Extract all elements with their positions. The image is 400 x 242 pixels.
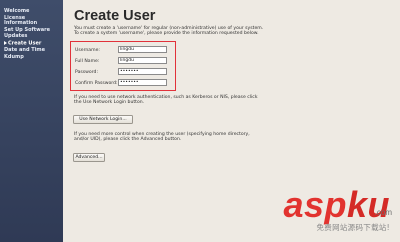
- current-step-arrow-icon: [4, 40, 7, 45]
- fullname-label: Full Name:: [75, 59, 100, 64]
- network-login-text: If you need to use network authenticatio…: [74, 95, 258, 106]
- sidebar-item-kdump[interactable]: Kdump: [4, 54, 62, 61]
- intro-text: You must create a 'username' for regular…: [74, 26, 264, 37]
- password-field[interactable]: [118, 68, 167, 75]
- aspku-watermark: aspku .com 免费网站源码下载站!: [283, 187, 392, 233]
- password-label: Password:: [75, 70, 99, 75]
- advanced-button[interactable]: Advanced...: [73, 153, 105, 162]
- sidebar-nav: Welcome License Information Set Up Softw…: [4, 8, 62, 61]
- sidebar-item-welcome[interactable]: Welcome: [4, 8, 62, 15]
- username-label: Username:: [75, 48, 100, 53]
- sidebar-item-software-updates[interactable]: Set Up Software Updates: [4, 27, 62, 39]
- confirm-password-label: Confirm Password:: [75, 81, 118, 86]
- sidebar-item-license-information[interactable]: License Information: [4, 15, 62, 27]
- fullname-field[interactable]: [118, 57, 167, 64]
- sidebar-item-date-and-time[interactable]: Date and Time: [4, 47, 62, 54]
- sidebar-item-label: Create User: [8, 40, 42, 47]
- username-field[interactable]: [118, 46, 167, 53]
- watermark-domain: .com: [374, 208, 392, 217]
- page-title: Create User: [74, 8, 156, 24]
- sidebar-item-create-user[interactable]: Create User: [4, 40, 62, 47]
- use-network-login-button[interactable]: Use Network Login...: [73, 115, 133, 124]
- sidebar: Welcome License Information Set Up Softw…: [0, 0, 63, 242]
- advanced-text: If you need more control when creating t…: [74, 132, 250, 143]
- confirm-password-field[interactable]: [118, 79, 167, 86]
- user-form-highlight: Username: Full Name: Password: Confirm P…: [70, 41, 176, 91]
- main-panel: Create User You must create a 'username'…: [63, 0, 400, 242]
